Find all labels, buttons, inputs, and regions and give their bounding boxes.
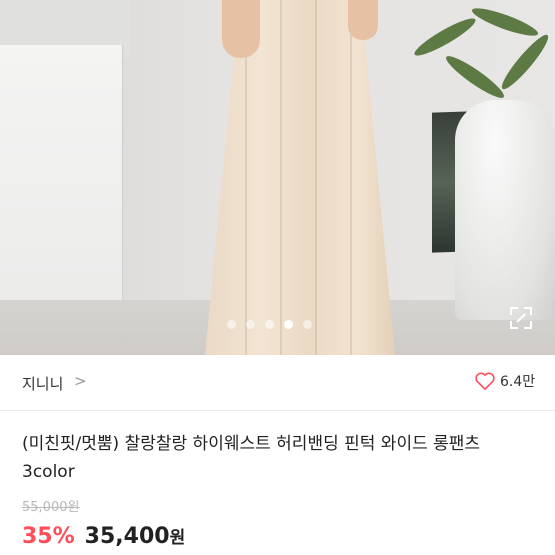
pagination-dot[interactable] [227, 320, 236, 329]
sale-price-group: 35,400원 [85, 523, 186, 549]
product-image[interactable] [0, 0, 555, 355]
model-hand-left [222, 0, 260, 58]
sale-price: 35,400 [84, 524, 170, 549]
seller-row[interactable]: 지니니 > 6.4만 [0, 355, 555, 411]
price-row: 35% 35,400원 [22, 523, 185, 549]
plant-leaf [442, 51, 508, 103]
chevron-right-icon: > [74, 372, 87, 390]
discount-rate: 35% [22, 524, 75, 549]
product-title: (미친핏/멋뿜) 찰랑찰랑 하이웨스트 허리밴딩 핀턱 와이드 롱팬츠 3col… [22, 434, 481, 482]
pagination-dot-active[interactable] [284, 320, 293, 329]
pleat-line [280, 0, 282, 355]
pagination-dot[interactable] [246, 320, 255, 329]
pagination-dot[interactable] [265, 320, 274, 329]
like-count: 6.4만 [500, 374, 536, 390]
plant-leaf [469, 3, 541, 41]
currency-unit: 원 [169, 528, 186, 548]
plant-pot [455, 100, 555, 320]
pleat-line [350, 0, 352, 355]
like-button[interactable]: 6.4만 [474, 371, 535, 391]
image-pagination [227, 320, 312, 329]
model-hand-right [348, 0, 378, 40]
pagination-dot[interactable] [303, 320, 312, 329]
expand-icon[interactable] [507, 304, 535, 332]
seller-name[interactable]: 지니니 [22, 373, 63, 394]
plant-leaf [411, 13, 479, 61]
heart-icon [475, 372, 495, 390]
original-price: 55,000원 [22, 500, 80, 515]
background-panel [0, 45, 123, 313]
plant-leaf [497, 30, 553, 94]
pleat-line [315, 0, 317, 355]
